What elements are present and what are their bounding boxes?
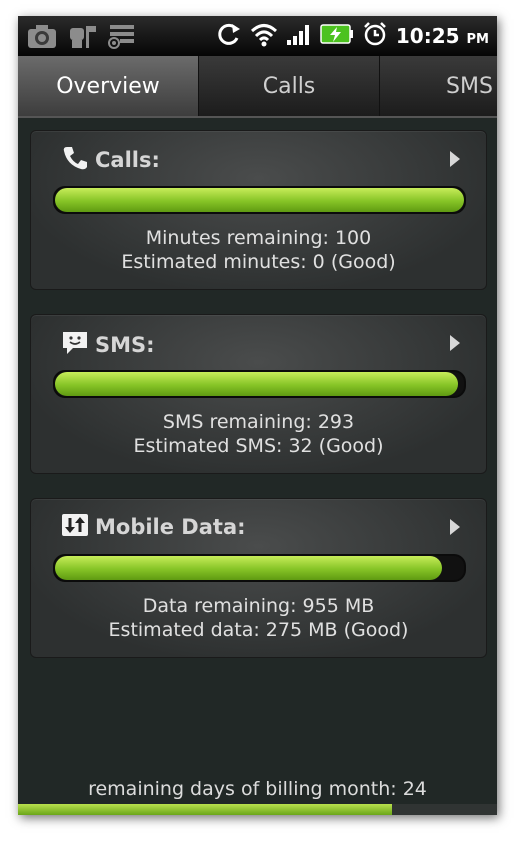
billing-progress-bar [18,804,497,815]
alarm-icon [362,21,388,51]
sms-remaining-text: SMS remaining: 293 [162,411,355,433]
task-list-icon [106,22,138,50]
status-bar: 10:25 PM [18,16,497,56]
calls-card[interactable]: Calls: Minutes remaining: 100 Estimated … [30,130,487,290]
tab-calls[interactable]: Calls [199,56,380,116]
mobile-data-card-title: Mobile Data: [95,515,246,539]
camera-icon [26,22,58,50]
sms-progress-fill [55,372,458,396]
sms-card[interactable]: SMS: SMS remaining: 293 Estimated SMS: 3… [30,314,487,474]
chevron-right-icon[interactable] [450,519,460,535]
billing-progress-fill [18,804,392,815]
phone-screen: 10:25 PM Overview Calls SMS Calls: Minut… [18,16,497,815]
tab-overview[interactable]: Overview [18,56,199,116]
mobile-data-card[interactable]: Mobile Data: Data remaining: 955 MB Esti… [30,498,487,658]
chevron-right-icon[interactable] [450,151,460,167]
clock-ampm: PM [466,32,489,47]
sync-icon [216,21,242,51]
sms-estimated-text: Estimated SMS: 32 (Good) [133,435,384,457]
data-transfer-icon [61,513,89,541]
chevron-right-icon[interactable] [450,335,460,351]
robot-icon [66,22,98,50]
data-progress-bar [53,554,466,582]
sms-card-title: SMS: [95,333,155,357]
signal-icon [286,22,312,50]
calls-remaining-text: Minutes remaining: 100 [145,227,372,249]
data-estimated-text: Estimated data: 275 MB (Good) [108,619,409,641]
sms-icon [61,329,89,361]
tab-sms[interactable]: SMS [380,56,497,116]
phone-icon [61,145,89,175]
battery-charging-icon [320,23,354,49]
data-remaining-text: Data remaining: 955 MB [142,595,375,617]
billing-days-label: remaining days of billing month: 24 [88,778,427,800]
data-progress-fill [55,556,442,580]
status-clock: 10:25 PM [396,24,489,48]
sms-progress-bar [53,370,466,398]
wifi-icon [250,21,278,51]
calls-estimated-text: Estimated minutes: 0 (Good) [121,251,396,273]
calls-card-title: Calls: [95,148,160,172]
tab-bar: Overview Calls SMS [18,56,497,118]
calls-progress-bar [53,186,466,214]
clock-time: 10:25 [395,24,460,48]
calls-progress-fill [55,188,464,212]
